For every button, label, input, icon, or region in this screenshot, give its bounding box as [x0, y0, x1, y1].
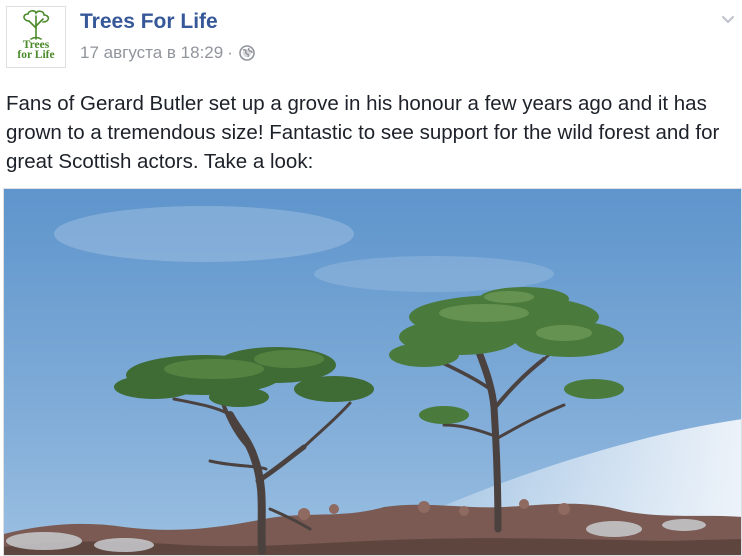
- logo-text: Trees for Life: [17, 39, 55, 61]
- post-text: Fans of Gerard Butler set up a grove in …: [6, 92, 720, 173]
- page-name-link[interactable]: Trees For Life: [80, 10, 218, 34]
- post-meta: 17 августа в 18:29 ·: [80, 43, 255, 63]
- logo-line-2: for Life: [17, 49, 55, 61]
- page-avatar[interactable]: Trees for Life: [6, 6, 66, 68]
- two-pine-trees-photo: [4, 189, 741, 555]
- tree-logo-icon: [23, 10, 50, 40]
- post-timestamp[interactable]: 17 августа в 18:29: [80, 43, 223, 63]
- globe-icon[interactable]: [239, 45, 255, 61]
- meta-separator: ·: [227, 43, 233, 62]
- post-photo[interactable]: [3, 188, 742, 556]
- facebook-post: Trees for Life Trees For Life 17 августа…: [0, 0, 742, 556]
- chevron-down-icon[interactable]: [720, 12, 736, 28]
